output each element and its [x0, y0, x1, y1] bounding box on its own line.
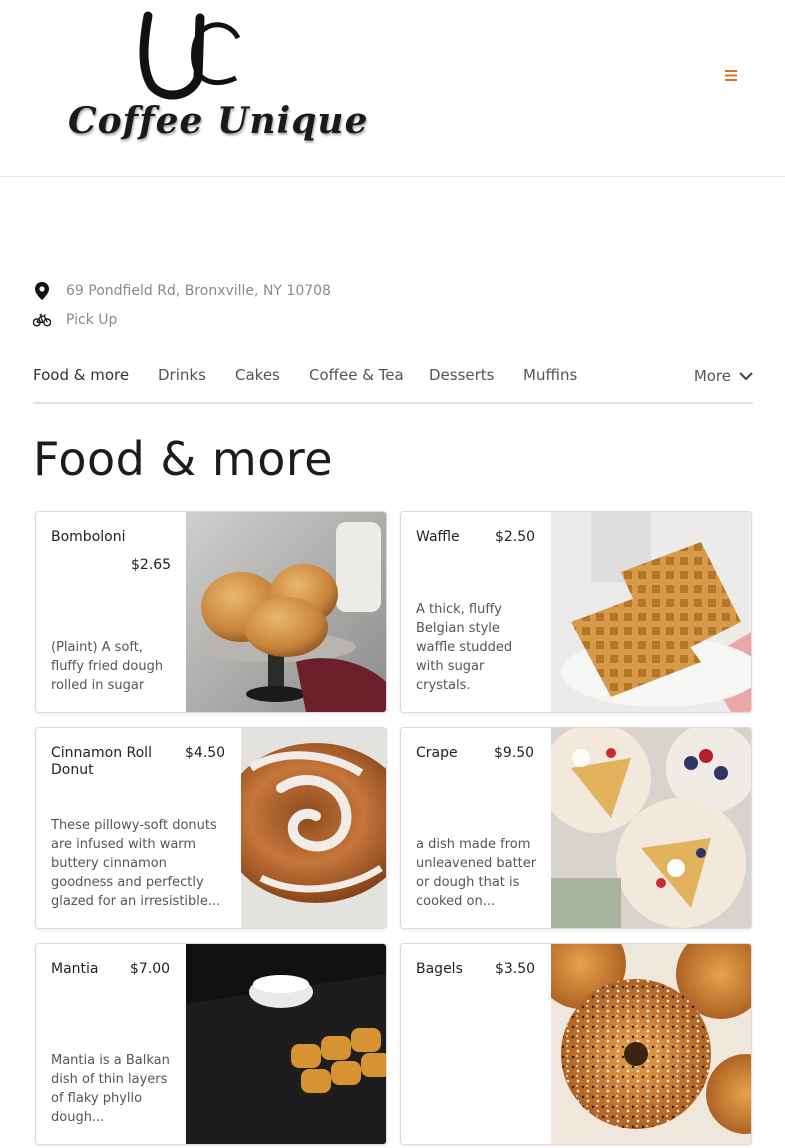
map-pin-icon — [33, 281, 51, 300]
more-dropdown[interactable]: More — [694, 367, 753, 385]
product-description: Mantia is a Balkan dish of thin layers o… — [51, 1053, 170, 1125]
product-price: $7.00 — [130, 961, 171, 977]
product-name: Bagels — [416, 961, 463, 977]
product-card[interactable]: Mantia $7.00 Mantia is a Balkan dish of … — [35, 943, 387, 1145]
address-row[interactable]: 69 Pondfield Rd, Bronxville, NY 10708 — [33, 276, 331, 305]
product-card[interactable]: Cinnamon Roll Donut $4.50 These pillowy-… — [35, 727, 387, 929]
category-tabs: Food & more Drinks Cakes Coffee & Tea De… — [33, 356, 753, 404]
product-image — [186, 944, 386, 1144]
product-name: Bomboloni — [51, 529, 126, 545]
product-description: a dish made from unleavened batter or do… — [416, 837, 537, 909]
hamburger-icon[interactable] — [721, 66, 741, 88]
store-info: 69 Pondfield Rd, Bronxville, NY 10708 Pi… — [33, 276, 331, 334]
pickup-row[interactable]: Pick Up — [33, 305, 331, 334]
product-price: $9.50 — [494, 745, 535, 761]
product-image — [241, 728, 386, 928]
product-image — [551, 728, 751, 928]
logo-wordmark: Coffee Unique — [68, 100, 369, 142]
product-price: $2.50 — [495, 529, 536, 545]
address-text: 69 Pondfield Rd, Bronxville, NY 10708 — [66, 282, 331, 299]
brand-logo[interactable]: Coffee Unique — [60, 8, 367, 158]
product-image — [186, 512, 386, 712]
tab-muffins[interactable]: Muffins — [523, 366, 577, 384]
tab-food-and-more[interactable]: Food & more — [33, 366, 129, 384]
product-description: These pillowy-soft donuts are infused wi… — [51, 818, 221, 909]
chevron-down-icon — [739, 372, 753, 381]
product-image — [551, 512, 751, 712]
product-name: Cinnamon Roll Donut — [51, 745, 152, 778]
product-card[interactable]: Bagels $3.50 — [400, 943, 752, 1145]
site-header: Coffee Unique — [0, 0, 785, 177]
product-name: Mantia — [51, 961, 99, 977]
product-name: Crape — [416, 745, 458, 761]
tab-drinks[interactable]: Drinks — [158, 366, 206, 384]
product-image — [551, 944, 751, 1144]
more-label: More — [693, 367, 731, 385]
pickup-text: Pick Up — [66, 311, 118, 328]
product-card[interactable]: Bomboloni $2.65 (Plaint) A soft, fluffy … — [35, 511, 387, 713]
product-card[interactable]: Crape $9.50 a dish made from unleavened … — [400, 727, 752, 929]
product-price: $2.65 — [131, 557, 172, 573]
tab-cakes[interactable]: Cakes — [235, 366, 280, 384]
product-card[interactable]: Waffle $2.50 A thick, fluffy Belgian sty… — [400, 511, 752, 713]
bicycle-icon — [33, 311, 51, 329]
product-price: $4.50 — [185, 745, 226, 761]
product-description: (Plaint) A soft, fluffy fried dough roll… — [51, 640, 164, 693]
section-title: Food & more — [33, 432, 334, 486]
product-price: $3.50 — [495, 961, 536, 977]
tab-coffee-and-tea[interactable]: Coffee & Tea — [309, 366, 404, 384]
product-name: Waffle — [416, 529, 460, 545]
tab-desserts[interactable]: Desserts — [429, 366, 495, 384]
product-description: A thick, fluffy Belgian style waffle stu… — [416, 602, 513, 693]
